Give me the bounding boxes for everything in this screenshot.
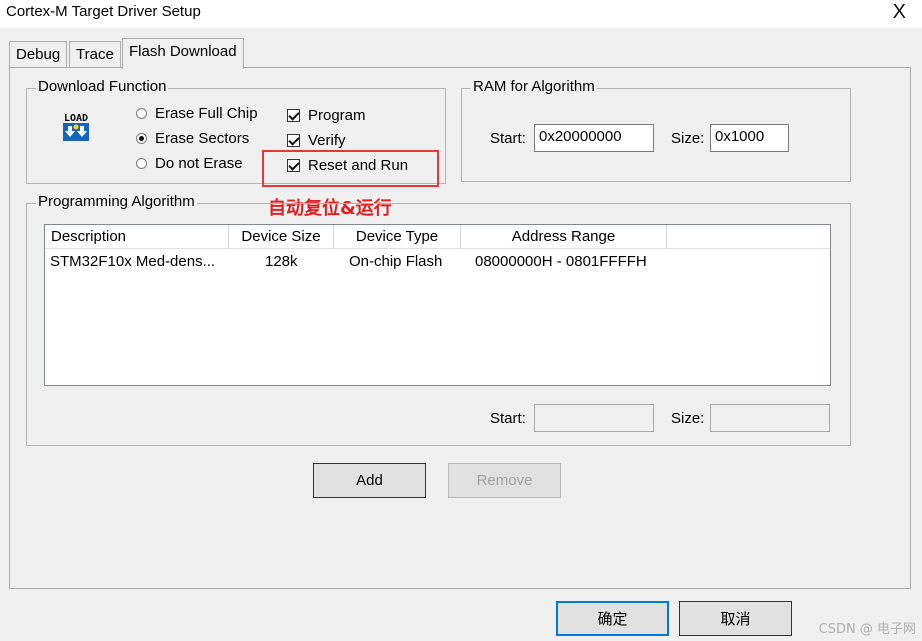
- column-device-size[interactable]: Device Size: [229, 225, 334, 249]
- tab-flash-download[interactable]: Flash Download: [122, 38, 244, 69]
- cell-description: STM32F10x Med-dens...: [50, 253, 216, 270]
- window-title: Cortex-M Target Driver Setup: [6, 3, 201, 20]
- download-function-legend: Download Function: [36, 78, 169, 95]
- cell-device-size: 128k: [265, 253, 298, 270]
- verify-checkbox[interactable]: Verify: [287, 132, 346, 149]
- ok-button[interactable]: 确定: [556, 601, 669, 636]
- program-label: Program: [308, 107, 366, 124]
- load-icon-text: LOAD: [64, 113, 88, 124]
- load-icon: LOAD: [63, 113, 89, 141]
- radio-indicator: [136, 158, 147, 169]
- program-checkbox[interactable]: Program: [287, 107, 366, 124]
- algo-size-label: Size:: [671, 410, 705, 427]
- ram-for-algorithm-legend: RAM for Algorithm: [471, 78, 597, 95]
- erase-full-chip-label: Erase Full Chip: [155, 105, 258, 122]
- do-not-erase-radio[interactable]: Do not Erase: [136, 155, 243, 172]
- column-description[interactable]: Description: [45, 225, 229, 249]
- column-address-range[interactable]: Address Range: [461, 225, 667, 249]
- title-bar: Cortex-M Target Driver Setup X: [0, 0, 922, 28]
- cancel-button[interactable]: 取消: [679, 601, 792, 636]
- algo-start-label: Start:: [490, 410, 526, 427]
- tab-debug[interactable]: Debug: [9, 41, 68, 68]
- radio-indicator: [136, 133, 147, 144]
- erase-sectors-radio[interactable]: Erase Sectors: [136, 130, 249, 147]
- ram-start-label: Start:: [490, 130, 526, 147]
- ram-size-input[interactable]: 0x1000: [710, 124, 789, 152]
- do-not-erase-label: Do not Erase: [155, 155, 243, 172]
- programming-algorithm-legend: Programming Algorithm: [36, 193, 197, 210]
- check-indicator: [287, 134, 300, 147]
- algorithm-list[interactable]: Description Device Size Device Type Addr…: [44, 224, 831, 386]
- erase-full-chip-radio[interactable]: Erase Full Chip: [136, 105, 258, 122]
- column-device-type[interactable]: Device Type: [334, 225, 461, 249]
- erase-sectors-label: Erase Sectors: [155, 130, 250, 147]
- remove-button[interactable]: Remove: [448, 463, 561, 498]
- verify-label: Verify: [308, 132, 346, 149]
- ram-start-input[interactable]: 0x20000000: [534, 124, 654, 152]
- algo-start-input[interactable]: [534, 404, 654, 432]
- add-button[interactable]: Add: [313, 463, 426, 498]
- highlight-box: [262, 150, 439, 187]
- tab-trace[interactable]: Trace: [69, 41, 121, 68]
- cell-address-range: 08000000H - 0801FFFFH: [475, 253, 647, 270]
- radio-indicator: [136, 108, 147, 119]
- cell-device-type: On-chip Flash: [349, 253, 443, 270]
- list-header: Description Device Size Device Type Addr…: [45, 225, 830, 249]
- check-indicator: [287, 109, 300, 122]
- close-icon[interactable]: X: [893, 1, 906, 24]
- watermark: CSDN @ 电子网: [818, 622, 916, 637]
- ram-size-label: Size:: [671, 130, 705, 147]
- algo-size-input[interactable]: [710, 404, 830, 432]
